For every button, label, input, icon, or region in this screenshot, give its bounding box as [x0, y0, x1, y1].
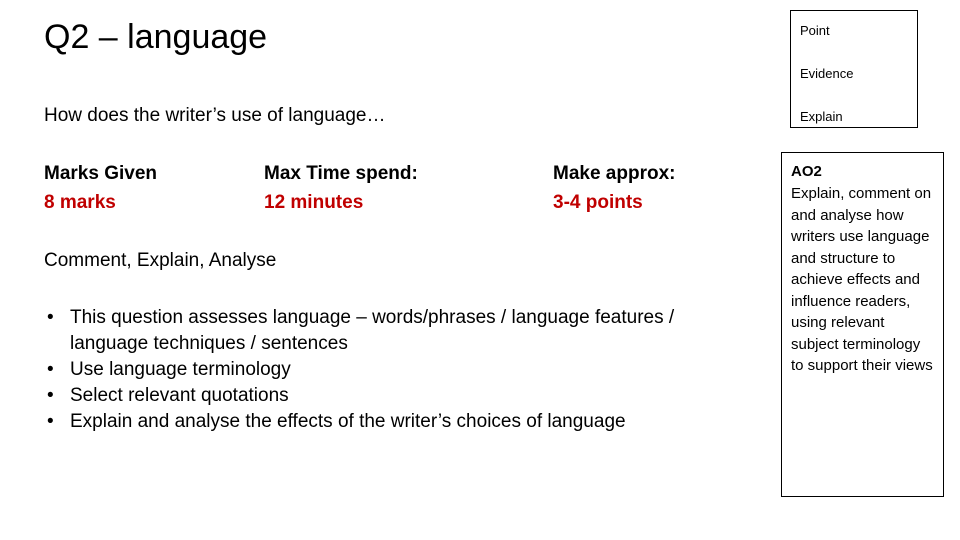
bullet-icon: •	[47, 411, 54, 432]
list-item: • This question assesses language – word…	[44, 305, 744, 357]
list-item: • Select relevant quotations	[44, 383, 744, 409]
assessment-objective-title: AO2	[791, 163, 822, 180]
pee-item-evidence: Evidence	[800, 66, 854, 81]
marks-given-label: Marks Given	[44, 163, 157, 184]
assessment-objective-text: Explain, comment on and analyse how writ…	[791, 185, 933, 374]
skills-line: Comment, Explain, Analyse	[44, 250, 277, 271]
list-item: • Use language terminology	[44, 357, 744, 383]
marks-given-value: 8 marks	[44, 192, 116, 213]
max-time-column: Max Time spend: 12 minutes	[264, 161, 418, 215]
max-time-value: 12 minutes	[264, 192, 364, 213]
points-column: Make approx: 3-4 points	[553, 161, 675, 215]
max-time-label: Max Time spend:	[264, 163, 418, 184]
requirements-list: • This question assesses language – word…	[44, 305, 744, 435]
points-label: Make approx:	[553, 163, 676, 184]
list-item-text: This question assesses language – words/…	[70, 307, 675, 354]
bullet-icon: •	[47, 307, 54, 328]
marks-given-column: Marks Given 8 marks	[44, 161, 157, 215]
bullet-icon: •	[47, 385, 54, 406]
list-item: • Explain and analyse the effects of the…	[44, 409, 744, 435]
list-item-text: Select relevant quotations	[70, 385, 289, 406]
list-item-text: Explain and analyse the effects of the w…	[70, 411, 626, 432]
pee-structure-box: Point Evidence Explain	[790, 10, 918, 128]
page-title: Q2 – language	[44, 18, 268, 56]
assessment-objective-box: AO2 Explain, comment on and analyse how …	[781, 152, 944, 497]
question-prompt: How does the writer’s use of language…	[44, 105, 386, 126]
list-item-text: Use language terminology	[70, 359, 291, 380]
pee-item-point: Point	[800, 23, 830, 38]
bullet-icon: •	[47, 359, 54, 380]
slide-canvas: Q2 – language How does the writer’s use …	[0, 0, 960, 540]
points-value: 3-4 points	[553, 192, 643, 213]
pee-item-explain: Explain	[800, 109, 843, 124]
